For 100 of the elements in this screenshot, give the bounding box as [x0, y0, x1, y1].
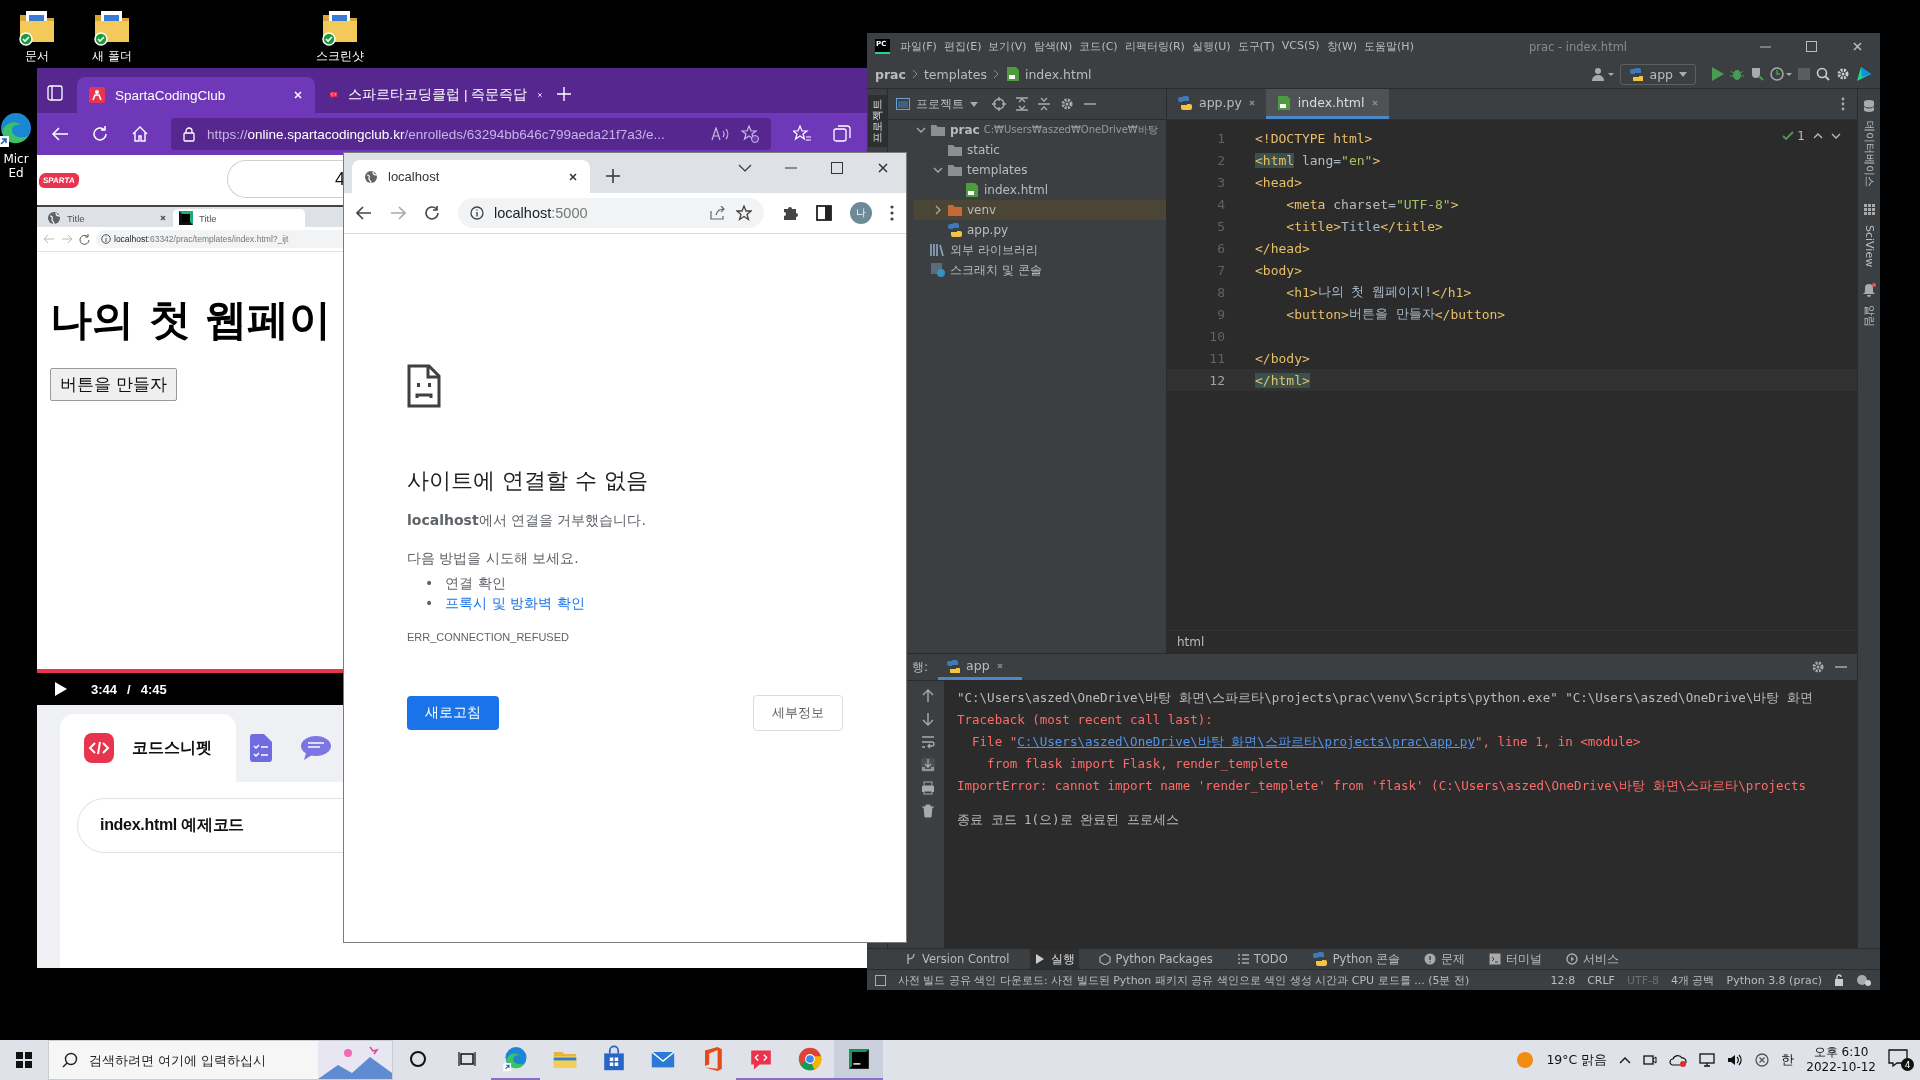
menu-item[interactable]: VCS(S) [1281, 39, 1320, 54]
menu-item[interactable]: 보기(V) [988, 39, 1027, 54]
status-item[interactable]: 12:8 [1550, 973, 1576, 987]
tool-window-tab[interactable]: 서비스 [1562, 949, 1624, 969]
collapse-all-icon[interactable] [1038, 97, 1050, 111]
page-button[interactable]: 버튼을 만들자 [50, 368, 178, 401]
tree-item[interactable]: templates [914, 160, 1166, 180]
menu-item[interactable]: 도움말(H) [1364, 39, 1414, 54]
play-icon[interactable] [55, 682, 67, 696]
tool-window-tab[interactable]: Version Control [901, 949, 1014, 969]
browser-tab[interactable]: 스파르타코딩클럽 | 즉문즉답 [317, 77, 555, 113]
weather-text[interactable]: 19°C 맑음 [1546, 1051, 1608, 1069]
taskbar-app[interactable] [834, 1040, 883, 1080]
scroll-to-end-icon[interactable] [921, 758, 935, 772]
print-icon[interactable] [921, 781, 935, 795]
collections-icon[interactable] [833, 125, 851, 143]
menu-item[interactable]: 창(W) [1326, 39, 1358, 54]
status-item[interactable]: 4개 공백 [1671, 972, 1715, 988]
close-icon[interactable] [877, 162, 889, 174]
coverage-icon[interactable] [1750, 67, 1764, 81]
notification-button[interactable]: 4 [1888, 1049, 1914, 1071]
meet-now-icon[interactable] [1643, 1053, 1658, 1067]
up-arrow-icon[interactable] [921, 689, 935, 703]
menu-item[interactable]: 실행(U) [1191, 39, 1231, 54]
soft-wrap-icon[interactable] [921, 735, 935, 749]
minimize-icon[interactable] [1759, 45, 1771, 48]
lock-icon[interactable] [1834, 974, 1844, 986]
tool-window-tab[interactable]: SciView [1860, 221, 1878, 272]
tree-item[interactable]: 스크래치 및 콘솔 [914, 260, 1166, 280]
info-icon[interactable] [470, 206, 484, 220]
settings-icon[interactable] [1836, 67, 1850, 81]
tab-search-icon[interactable] [738, 164, 752, 172]
tool-window-tab[interactable]: TODO [1232, 949, 1292, 969]
more-icon[interactable] [1841, 97, 1845, 111]
details-button[interactable]: 세부정보 [753, 695, 843, 731]
maximize-icon[interactable] [1805, 41, 1817, 52]
debug-icon[interactable] [1730, 67, 1744, 81]
tree-item[interactable]: app.py [914, 220, 1166, 240]
browser-tab[interactable]: Title [41, 209, 173, 227]
extensions-icon[interactable] [782, 205, 798, 221]
home-icon[interactable] [131, 125, 149, 143]
tab-actions-icon[interactable] [47, 85, 63, 101]
icon-label[interactable]: 스크린샷 [316, 48, 364, 65]
address-bar[interactable]: https://online.spartacodingclub.kr/enrolleds/63294bb646c799aeda21f7a3/e... [171, 118, 771, 150]
error-circle-icon[interactable] [1755, 1053, 1770, 1067]
new-tab-icon[interactable] [606, 169, 620, 183]
address-bar[interactable]: localhost:5000 [458, 198, 764, 228]
breadcrumb-item[interactable]: html [1177, 635, 1205, 649]
clock-time[interactable]: 오후 6:10 [1813, 1045, 1869, 1060]
show-hidden-icons-icon[interactable] [1619, 1056, 1632, 1064]
previous-icon[interactable] [1813, 133, 1823, 139]
volume-icon[interactable] [1727, 1053, 1744, 1067]
tool-window-tab[interactable]: 프로젝트 [867, 95, 887, 147]
down-arrow-icon[interactable] [921, 712, 935, 726]
inspection-count[interactable]: 1 [1782, 129, 1805, 143]
browser-tab[interactable]: SpartaCodingClub [77, 77, 315, 113]
browser-tab[interactable]: localhost [352, 160, 590, 193]
tool-window-tab[interactable]: Python Packages [1094, 949, 1217, 969]
tree-item[interactable]: prac C:₩Users₩aszed₩OneDrive₩바탕 [914, 120, 1166, 140]
refresh-icon[interactable] [79, 233, 90, 245]
expanded-chevron-icon[interactable] [933, 165, 943, 175]
site-logo[interactable]: SPARTA [38, 172, 80, 188]
run-config-dropdown[interactable]: app [1620, 63, 1696, 85]
favorites-icon[interactable] [793, 125, 811, 143]
menu-item[interactable]: 파일(F) [900, 39, 937, 54]
tool-window-tab[interactable]: 실행 [1029, 949, 1079, 969]
editor-tab[interactable]: index.html [1265, 89, 1389, 119]
cortana-icon[interactable] [408, 1050, 427, 1068]
task-view-icon[interactable] [457, 1050, 476, 1068]
status-item[interactable]: CRLF [1587, 973, 1615, 987]
close-icon[interactable] [159, 214, 167, 222]
trash-icon[interactable] [921, 804, 935, 818]
panel-toggle-icon[interactable] [875, 974, 886, 986]
breadcrumb-item[interactable]: prac [875, 66, 906, 82]
close-icon[interactable] [1851, 41, 1863, 52]
maximize-icon[interactable] [831, 162, 843, 174]
collapsed-chevron-icon[interactable] [933, 205, 943, 215]
tool-window-tab[interactable]: 데이터베이스 [1859, 117, 1879, 191]
read-aloud-icon[interactable] [711, 127, 729, 141]
menu-item[interactable]: 편집(E) [943, 39, 982, 54]
profile-avatar[interactable]: 나 [850, 202, 872, 224]
menu-item[interactable]: 리팩터링(R) [1124, 39, 1185, 54]
settings-icon[interactable] [1811, 660, 1825, 674]
reload-icon[interactable] [424, 205, 440, 221]
search-bar[interactable]: 4 [227, 160, 343, 198]
share-icon[interactable] [710, 206, 726, 220]
favorite-add-icon[interactable] [741, 125, 759, 143]
expanded-chevron-icon[interactable] [916, 125, 926, 135]
cloud-icon[interactable] [1669, 1053, 1688, 1067]
refresh-icon[interactable] [91, 125, 109, 143]
expand-all-icon[interactable] [1016, 97, 1028, 111]
tool-window-tab[interactable]: Python 콘솔 [1307, 949, 1405, 969]
bookmark-star-icon[interactable] [736, 205, 752, 221]
address-bar[interactable]: localhost:63342/prac/templates/index.html?_ijt [96, 230, 343, 248]
tool-window-tab[interactable]: 문제 [1420, 949, 1470, 969]
file-link[interactable]: C:\Users\aszed\OneDrive\바탕 화면\스파르타\projects\prac\app.py [1017, 734, 1475, 749]
browser-tab[interactable]: Title [173, 209, 305, 227]
project-view-dropdown[interactable]: 프로젝트 [896, 95, 978, 113]
profile-icon[interactable] [1770, 67, 1792, 81]
close-icon[interactable] [537, 90, 543, 100]
